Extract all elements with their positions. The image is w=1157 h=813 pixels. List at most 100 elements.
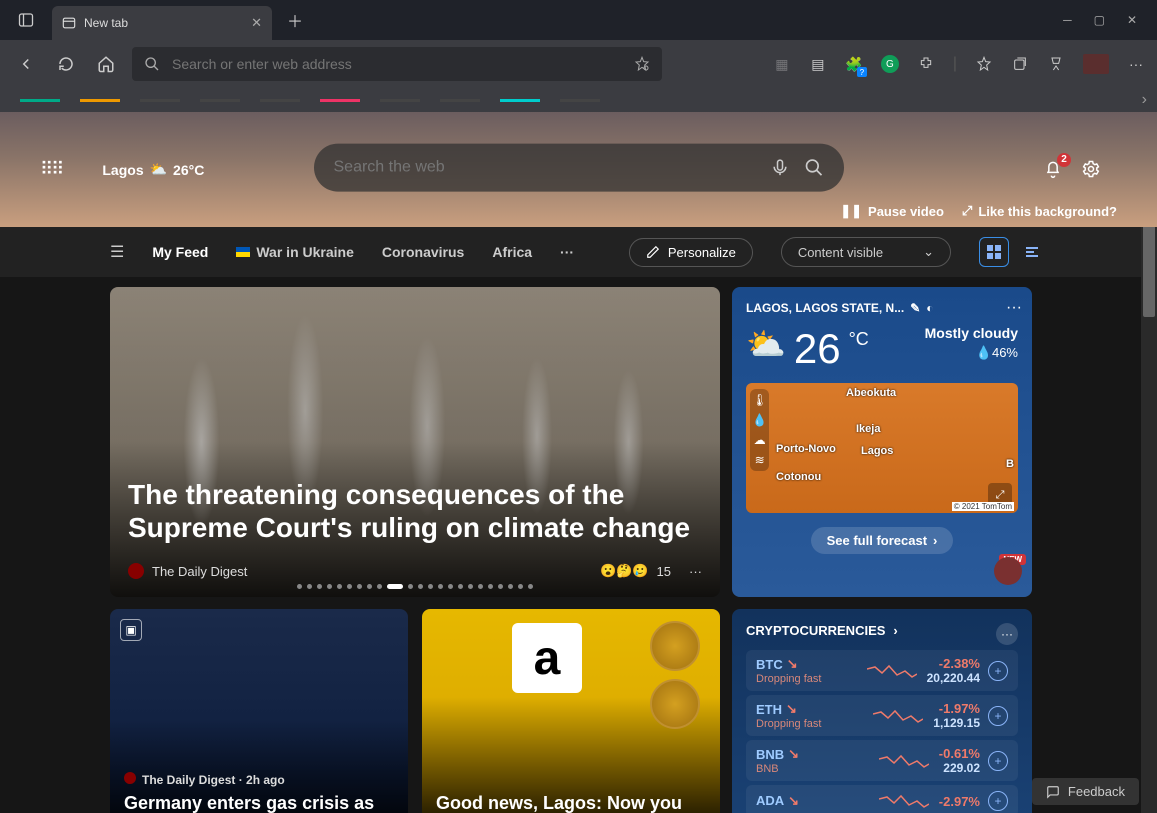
- nav-corona[interactable]: Coronavirus: [382, 244, 464, 260]
- precip-layer-icon[interactable]: 💧: [752, 413, 767, 427]
- lead-headline: The threatening consequences of the Supr…: [128, 478, 702, 545]
- chevron-right-icon[interactable]: ›: [893, 623, 897, 638]
- carousel-dots[interactable]: [297, 584, 533, 589]
- personalize-button[interactable]: Personalize: [629, 238, 753, 267]
- minimize-icon[interactable]: ─: [1063, 13, 1072, 27]
- ext-icon-grammarly[interactable]: G: [881, 55, 899, 73]
- wind-layer-icon[interactable]: ≋: [755, 453, 765, 467]
- titlebar: New tab ✕ ＋ ─ ▢ ✕: [0, 0, 1157, 40]
- nav-more-icon[interactable]: ···: [560, 244, 574, 260]
- ext-icon-help[interactable]: 🧩: [845, 55, 863, 73]
- droplet-icon: 💧: [976, 345, 992, 360]
- crypto-card[interactable]: ··· CRYPTOCURRENCIES › BTC ↘Dropping fas…: [732, 609, 1032, 813]
- notifications-icon[interactable]: 2: [1043, 159, 1063, 179]
- new-tab-button[interactable]: ＋: [280, 8, 310, 32]
- crypto-row[interactable]: ADA ↘ -2.97% +: [746, 785, 1018, 813]
- image-icon: ▣: [120, 619, 142, 641]
- cloud-layer-icon[interactable]: ☁: [754, 433, 766, 447]
- weather-mini[interactable]: Lagos ⛅ 26°C: [102, 161, 204, 178]
- feed-nav: ☰ My Feed War in Ukraine Coronavirus Afr…: [0, 227, 1157, 277]
- ext-icon-dimmed[interactable]: ▦: [773, 55, 791, 73]
- crypto-symbol: BNB ↘: [756, 746, 799, 762]
- weather-more-icon[interactable]: ···: [1006, 299, 1022, 317]
- bitcoin-icon: [650, 621, 700, 671]
- add-crypto-button[interactable]: +: [988, 661, 1008, 681]
- lead-more-icon[interactable]: ···: [689, 564, 702, 579]
- address-input[interactable]: [172, 56, 622, 72]
- browser-toolbar: ▦ ▤ 🧩 G | ···: [0, 40, 1157, 88]
- lead-story-card[interactable]: The threatening consequences of the Supr…: [110, 287, 720, 597]
- search-icon: [144, 56, 160, 72]
- close-window-icon[interactable]: ✕: [1127, 13, 1137, 27]
- back-button[interactable]: [12, 55, 40, 73]
- crypto-pct: -2.97%: [939, 794, 980, 809]
- maximize-icon[interactable]: ▢: [1094, 13, 1105, 27]
- refresh-button[interactable]: [52, 55, 80, 73]
- weather-avatar[interactable]: [994, 557, 1022, 585]
- content-visible-dropdown[interactable]: Content visible⌄: [781, 237, 951, 267]
- crypto-row[interactable]: BNB ↘BNB -0.61%229.02 +: [746, 740, 1018, 781]
- weather-card[interactable]: LAGOS, LAGOS STATE, N... ✎ ◐ ··· ⛅ 26 °C…: [732, 287, 1032, 597]
- map-layer-controls[interactable]: 🌡 💧 ☁ ≋: [750, 389, 769, 471]
- collections-icon[interactable]: [1011, 55, 1029, 73]
- close-tab-icon[interactable]: ✕: [251, 15, 262, 31]
- favorite-star-icon[interactable]: [634, 56, 650, 72]
- nav-my-feed[interactable]: My Feed: [152, 244, 208, 260]
- add-crypto-button[interactable]: +: [988, 706, 1008, 726]
- browser-tab[interactable]: New tab ✕: [52, 6, 272, 40]
- crypto-sub: BNB: [756, 763, 799, 775]
- crypto-pct: -1.97%: [933, 701, 980, 716]
- extensions-icon[interactable]: [917, 55, 935, 73]
- map-city: Porto-Novo: [776, 443, 836, 455]
- pause-video-button[interactable]: ❚❚Pause video: [840, 203, 944, 219]
- mic-icon[interactable]: [770, 157, 790, 177]
- hero-search-bar[interactable]: [314, 143, 844, 191]
- tab-actions-icon[interactable]: [0, 12, 52, 28]
- crypto-pct: -2.38%: [927, 656, 980, 671]
- weather-temp-value: 26: [794, 325, 841, 373]
- map-city: Cotonou: [776, 471, 821, 483]
- crypto-symbol: ETH ↘: [756, 701, 821, 717]
- feedback-icon: [1046, 785, 1060, 799]
- add-crypto-button[interactable]: +: [988, 791, 1008, 811]
- nav-menu-icon[interactable]: ☰: [110, 242, 124, 262]
- smoke-image: [110, 287, 720, 597]
- nav-africa[interactable]: Africa: [492, 244, 532, 260]
- menu-icon[interactable]: ···: [1127, 55, 1145, 73]
- like-background-button[interactable]: ⤢Like this background?: [962, 203, 1117, 219]
- fav-overflow-icon[interactable]: ›: [1142, 91, 1147, 109]
- rewards-icon[interactable]: [1047, 55, 1065, 73]
- grid-view-icon[interactable]: [979, 237, 1009, 267]
- story-card-1[interactable]: ▣ The Daily Digest · 2h ago Germany ente…: [110, 609, 408, 813]
- settings-icon[interactable]: [1081, 159, 1101, 179]
- weather-map[interactable]: 🌡💧☁≋ Abeokuta Ikeja Porto-Novo Lagos Cot…: [746, 383, 1018, 513]
- list-view-icon[interactable]: [1017, 237, 1047, 267]
- crypto-row[interactable]: ETH ↘Dropping fast -1.97%1,129.15 +: [746, 695, 1018, 736]
- temp-layer-icon[interactable]: 🌡: [752, 393, 767, 407]
- nav-war[interactable]: War in Ukraine: [236, 244, 354, 260]
- map-city: Ikeja: [856, 423, 880, 435]
- map-city: B: [1006, 458, 1014, 470]
- home-button[interactable]: [92, 55, 120, 73]
- feedback-button[interactable]: Feedback: [1032, 778, 1139, 805]
- map-city: Abeokuta: [846, 387, 896, 399]
- crypto-sub: Dropping fast: [756, 718, 821, 730]
- reaction-count: 15: [657, 564, 671, 579]
- story-card-2[interactable]: a Good news, Lagos: Now you: [422, 609, 720, 813]
- weather-temp-unit: °C: [849, 329, 869, 350]
- add-crypto-button[interactable]: +: [988, 751, 1008, 771]
- see-forecast-button[interactable]: See full forecast›: [811, 527, 954, 554]
- weather-gauge-icon[interactable]: ◐: [926, 301, 933, 315]
- favorites-icon[interactable]: [975, 55, 993, 73]
- crypto-row[interactable]: BTC ↘Dropping fast -2.38%20,220.44 +: [746, 650, 1018, 691]
- crypto-price: 1,129.15: [933, 716, 980, 730]
- toolbar-right: ▦ ▤ 🧩 G | ···: [773, 54, 1145, 74]
- address-bar[interactable]: [132, 47, 662, 81]
- search-icon[interactable]: [804, 157, 824, 177]
- app-launcher-icon[interactable]: ⠿⠿: [40, 159, 62, 180]
- hero-search-input[interactable]: [334, 158, 756, 176]
- profile-button[interactable]: [1083, 54, 1109, 74]
- crypto-more-icon[interactable]: ···: [996, 623, 1018, 645]
- ext-icon-1[interactable]: ▤: [809, 55, 827, 73]
- edit-location-icon[interactable]: ✎: [910, 301, 920, 315]
